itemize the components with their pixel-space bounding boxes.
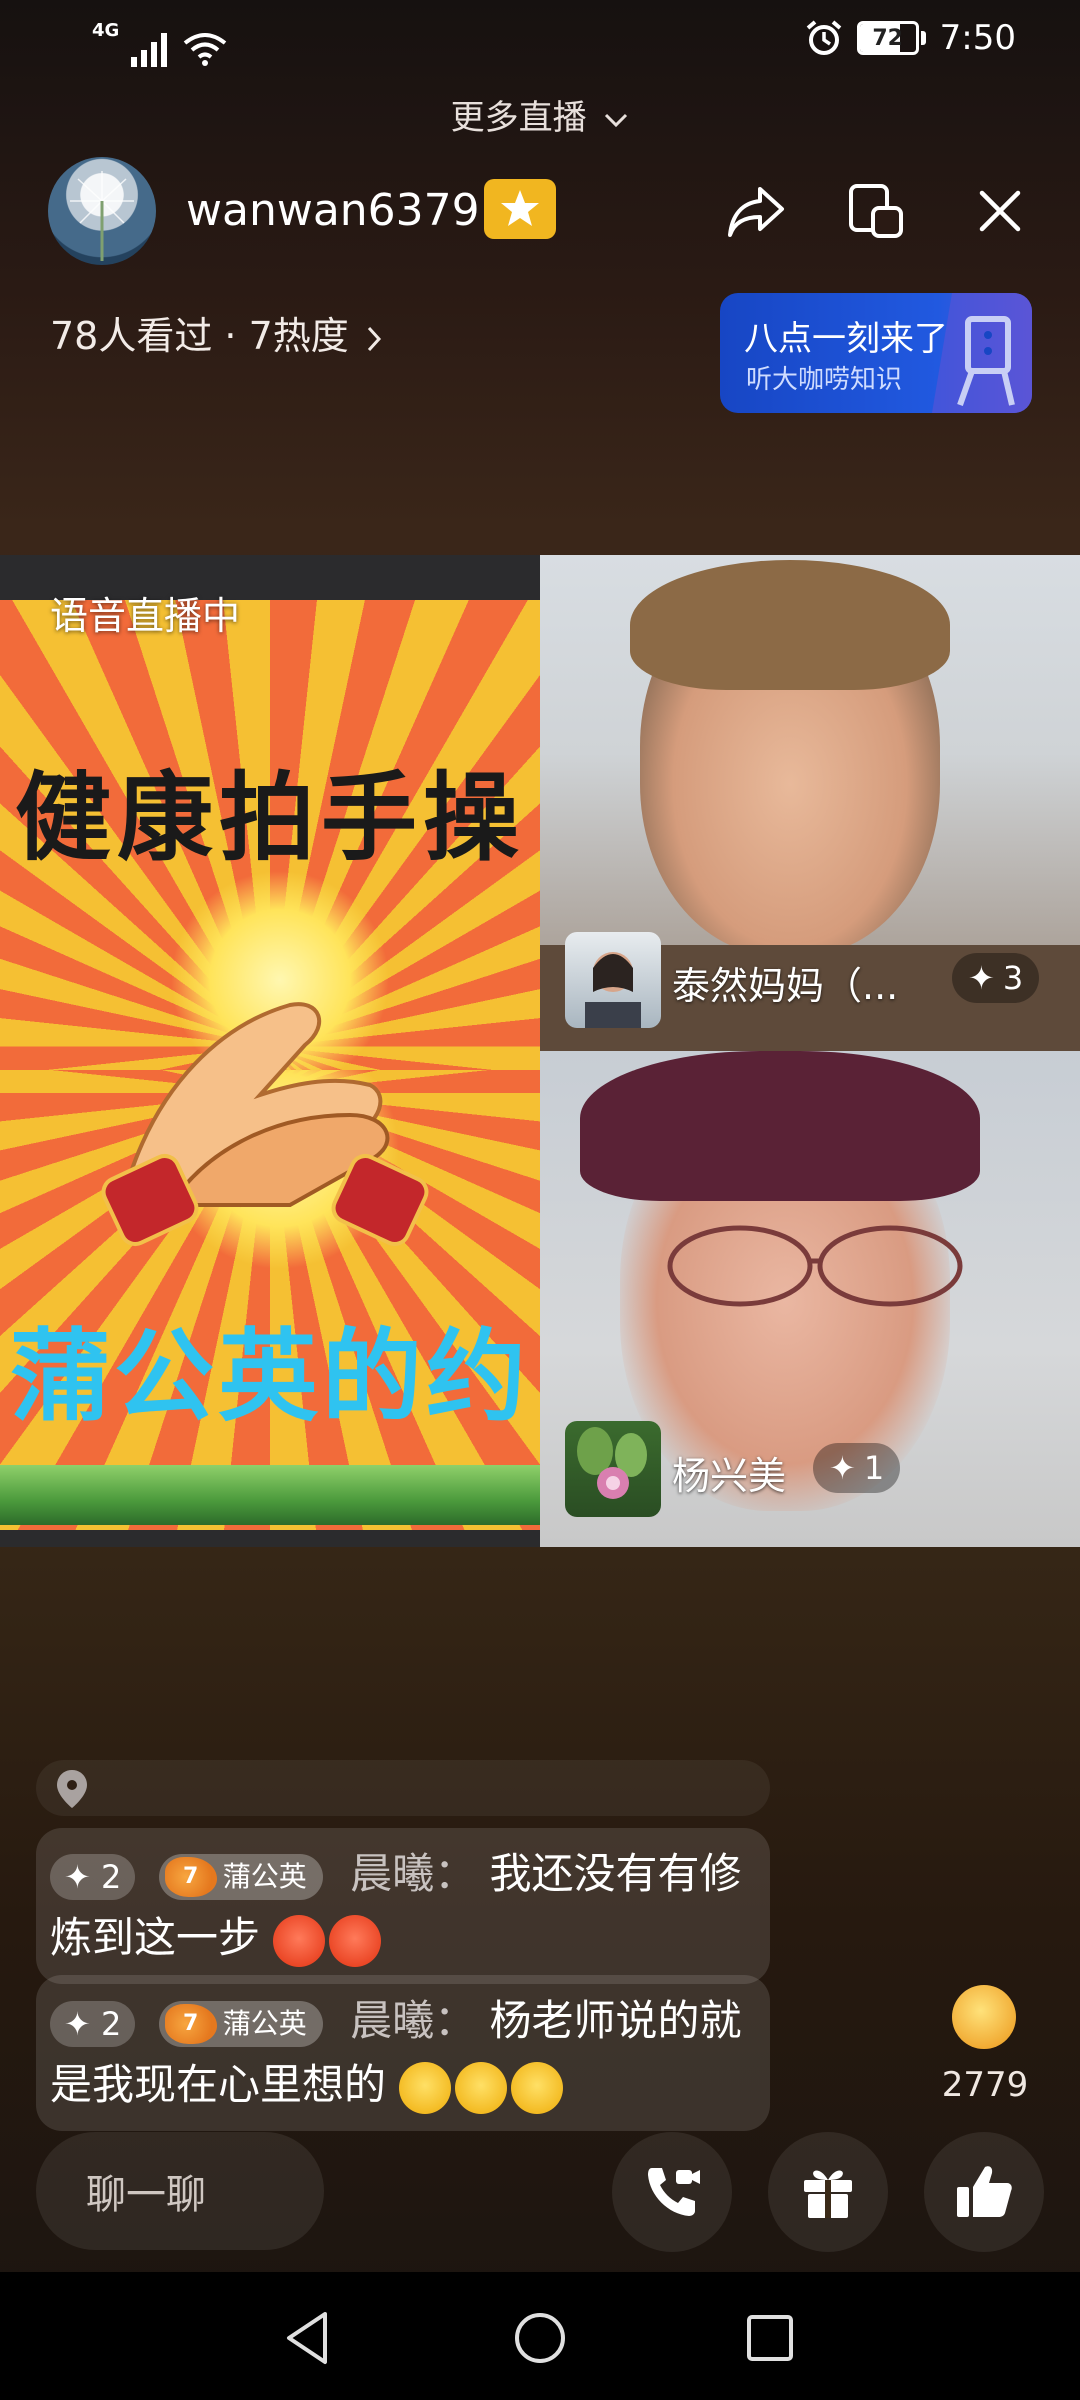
status-bar: 4G 72 7:50	[0, 0, 1080, 80]
more-live-button[interactable]: 更多直播	[0, 90, 1080, 139]
sparkle-icon: ✦	[829, 1449, 856, 1487]
chat-2-score-badge: ✦ 2	[50, 2000, 136, 2047]
glasses-icon	[667, 1225, 963, 1307]
chat-1-score-badge: ✦ 2	[50, 1853, 136, 1900]
voice-live-label: 语音直播中	[50, 594, 241, 638]
guest-2-score: ✦ 1	[813, 1443, 901, 1493]
clock: 7:50	[939, 18, 1016, 58]
guest-1-avatar[interactable]	[565, 932, 661, 1028]
gift-button[interactable]	[768, 2132, 888, 2252]
thinking-emoji-icon	[455, 2061, 508, 2114]
share-icon[interactable]	[724, 179, 788, 243]
battery-indicator: 72	[856, 21, 926, 55]
status-left: 4G	[92, 20, 227, 67]
fan-level-icon: 7	[164, 2003, 217, 2044]
promo-title: 八点一刻来了	[744, 319, 948, 359]
alarm-icon	[806, 20, 841, 55]
close-icon[interactable]	[968, 179, 1032, 243]
wifi-icon	[184, 33, 227, 66]
host-username[interactable]: wanwan6379	[186, 185, 480, 236]
chat-1-fan-club: 蒲公英	[222, 1859, 307, 1893]
thumbs-up-icon	[957, 2166, 1012, 2217]
host-stream-panel[interactable]: 健康拍手操 蒲公英的约 语音直播中	[0, 555, 540, 1547]
battery-level: 72	[872, 25, 903, 51]
phone-video-icon	[648, 2168, 700, 2216]
signal-icon	[131, 33, 168, 67]
guest-2-score-value: 1	[863, 1449, 885, 1487]
host-avatar[interactable]	[48, 157, 156, 265]
chat-input[interactable]: 聊一聊	[36, 2132, 324, 2250]
chat-2-sender[interactable]: 晨曦：	[350, 1996, 476, 2045]
clapping-hands-icon	[101, 1002, 429, 1247]
chat-1-sender[interactable]: 晨曦：	[350, 1849, 476, 1898]
recents-icon[interactable]	[740, 2308, 800, 2368]
back-icon[interactable]	[278, 2308, 338, 2368]
guest-1-name: 泰然妈妈（...	[672, 964, 899, 1008]
like-button[interactable]	[924, 2132, 1044, 2252]
more-live-label: 更多直播	[450, 98, 587, 138]
chat-2-fan-club: 蒲公英	[222, 2006, 307, 2040]
viewers-heat[interactable]: 78人看过 · 7热度	[50, 305, 385, 360]
guest-panel-1[interactable]: 泰然妈妈（... ✦ 3	[540, 555, 1080, 1051]
chevron-right-icon	[367, 326, 381, 351]
blush-sweat-emoji-icon	[329, 1914, 382, 1967]
chat-1-score: 2	[100, 1857, 122, 1896]
location-row[interactable]	[36, 1760, 770, 1816]
promo-subtitle: 听大咖唠知识	[746, 365, 903, 395]
location-pin-icon	[57, 1770, 87, 1808]
viewers-heat-text: 78人看过 · 7热度	[50, 314, 349, 358]
chat-2-score: 2	[100, 2004, 122, 2043]
like-count: 2779	[941, 2065, 1029, 2105]
poster-title: 健康拍手操	[15, 761, 525, 874]
gift-icon	[804, 2170, 852, 2218]
guest-1-hair	[630, 560, 950, 690]
picture-in-picture-icon[interactable]	[844, 179, 908, 243]
host-header: wanwan6379	[48, 155, 1032, 265]
fan-level-icon: 7	[164, 1856, 217, 1897]
guest-2-hair	[580, 1051, 980, 1201]
blush-sweat-emoji-icon	[273, 1914, 326, 1967]
verified-badge-icon	[484, 179, 556, 239]
grass-strip	[0, 1465, 540, 1525]
promo-banner[interactable]: 八点一刻来了 听大咖唠知识	[720, 293, 1032, 413]
chat-message-2[interactable]: ✦ 2 7 蒲公英 晨曦： 杨老师说的就是我现在心里想的	[36, 1975, 770, 2131]
thinking-emoji-icon	[399, 2061, 452, 2114]
live-stage: 健康拍手操 蒲公英的约 语音直播中 泰然妈妈（... ✦ 3 杨兴美 ✦ 1	[0, 555, 1080, 1547]
chat-message-1[interactable]: ✦ 2 7 蒲公英 晨曦： 我还没有有修炼到这一步	[36, 1828, 770, 1984]
call-button[interactable]	[612, 2132, 732, 2252]
guest-1-score: ✦ 3	[952, 953, 1040, 1003]
home-icon[interactable]	[510, 2308, 570, 2368]
chevron-down-icon	[605, 113, 628, 127]
chair-illustration-icon	[932, 293, 1032, 413]
chat-2-fan-badge: 7 蒲公英	[158, 2000, 323, 2047]
status-right: 72 7:50	[805, 18, 1016, 58]
guest-panel-2[interactable]: 杨兴美 ✦ 1	[540, 1051, 1080, 1547]
guest-2-avatar[interactable]	[565, 1421, 661, 1517]
like-animation-emoji-icon	[952, 1985, 1016, 2049]
system-nav-bar	[0, 2272, 1080, 2400]
network-type: 4G	[92, 20, 120, 41]
poster-subtitle: 蒲公英的约	[10, 1318, 530, 1435]
thinking-emoji-icon	[511, 2061, 564, 2114]
sparkle-icon: ✦	[968, 959, 995, 997]
dandelion-icon	[70, 171, 134, 261]
bottom-action-bar: 聊一聊	[0, 2132, 1080, 2252]
chat-1-fan-badge: 7 蒲公英	[158, 1853, 323, 1900]
guest-2-name: 杨兴美	[672, 1454, 787, 1498]
guest-1-score-value: 3	[1002, 959, 1024, 997]
